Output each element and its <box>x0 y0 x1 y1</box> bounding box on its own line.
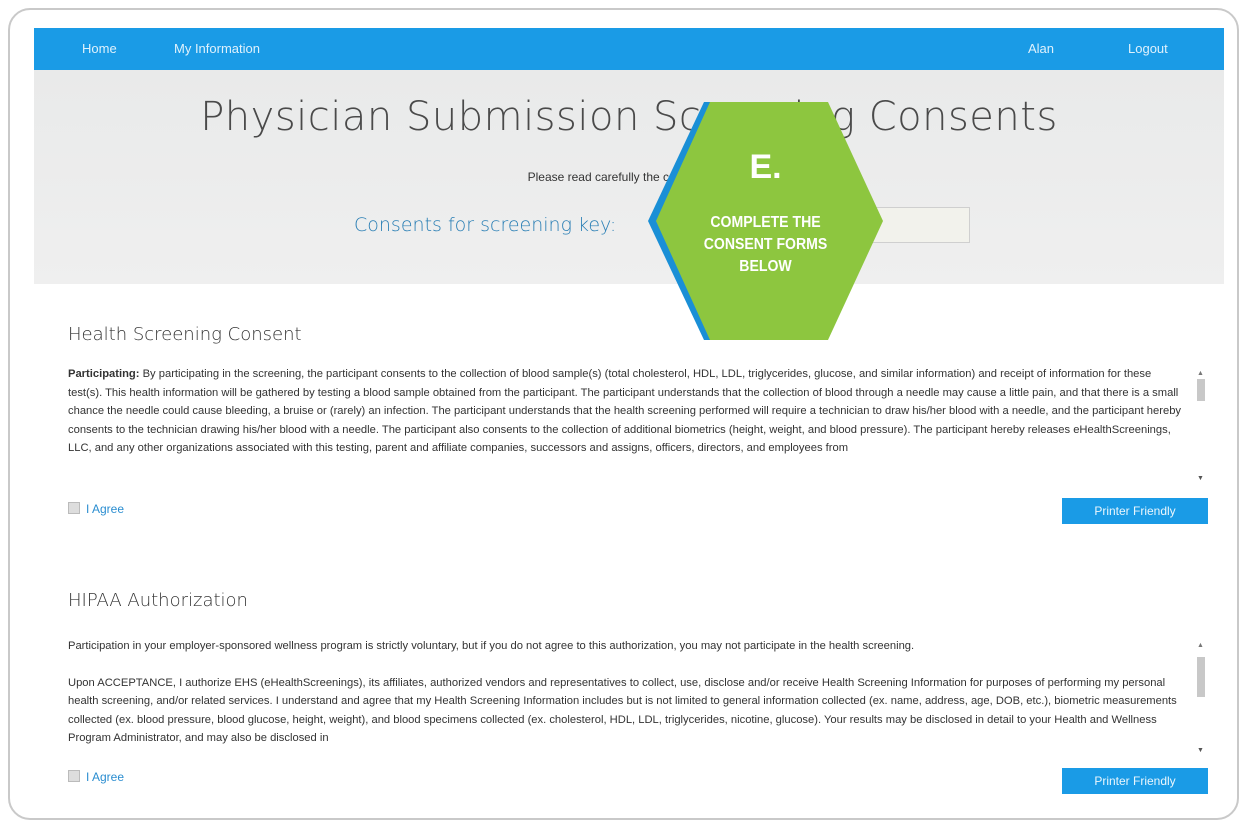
screening-key-label: Consents for screening key: <box>354 214 617 236</box>
health-consent-agree-checkbox[interactable]: I Agree <box>68 502 124 516</box>
hero-panel: Physician Submission Screening Consents … <box>34 70 1224 284</box>
hipaa-title: HIPAA Authorization <box>68 590 248 611</box>
scroll-down-arrow-icon[interactable]: ▼ <box>1197 470 1204 489</box>
page-title: Physician Submission Screening Consents <box>200 94 1058 140</box>
callout-text: COMPLETE THE CONSENT FORMS BELOW <box>680 212 852 278</box>
hipaa-agree-checkbox[interactable]: I Agree <box>68 770 124 784</box>
health-consent-printer-button[interactable]: Printer Friendly <box>1062 498 1208 524</box>
health-consent-lead: Participating: <box>68 368 140 380</box>
page-subtitle: Please read carefully the consents bel <box>527 170 731 184</box>
nav-home-link[interactable]: Home <box>82 41 117 56</box>
scroll-down-arrow-icon[interactable]: ▼ <box>1197 742 1204 761</box>
scroll-thumb[interactable] <box>1197 657 1205 697</box>
hipaa-textbox[interactable]: Participation in your employer-sponsored… <box>68 637 1208 763</box>
health-consent-title: Health Screening Consent <box>68 324 302 345</box>
nav-user-link[interactable]: Alan <box>1028 41 1054 56</box>
callout-line-2: CONSENT FORMS <box>703 236 828 253</box>
step-e-callout: E. COMPLETE THE CONSENT FORMS BELOW <box>648 102 883 340</box>
callout-line-3: BELOW <box>739 258 792 275</box>
callout-line-1: COMPLETE THE <box>710 214 821 231</box>
callout-letter: E. <box>749 148 782 186</box>
hipaa-agree-label: I Agree <box>86 770 125 784</box>
screenshot-frame: Home My Information Alan Logout Physicia… <box>8 8 1239 820</box>
top-navbar: Home My Information Alan Logout <box>34 28 1224 70</box>
hipaa-scrollbar[interactable]: ▲ ▼ <box>1194 637 1208 763</box>
hipaa-paragraph-2: Upon ACCEPTANCE, I authorize EHS (eHealt… <box>68 676 1177 745</box>
health-consent-scrollbar[interactable]: ▲ ▼ <box>1194 365 1208 491</box>
nav-logout-link[interactable]: Logout <box>1128 41 1168 56</box>
hipaa-paragraph-1: Participation in your employer-sponsored… <box>68 640 915 652</box>
health-consent-body: By participating in the screening, the p… <box>68 368 1182 455</box>
scroll-thumb[interactable] <box>1197 379 1205 401</box>
checkbox-icon[interactable] <box>68 770 80 782</box>
scroll-up-arrow-icon[interactable]: ▲ <box>1197 637 1204 656</box>
health-consent-agree-label: I Agree <box>86 502 125 516</box>
nav-my-information-link[interactable]: My Information <box>174 41 260 56</box>
screening-key-input[interactable] <box>870 207 970 243</box>
health-consent-textbox[interactable]: Participating: By participating in the s… <box>68 365 1208 491</box>
checkbox-icon[interactable] <box>68 502 80 514</box>
hipaa-printer-button[interactable]: Printer Friendly <box>1062 768 1208 794</box>
